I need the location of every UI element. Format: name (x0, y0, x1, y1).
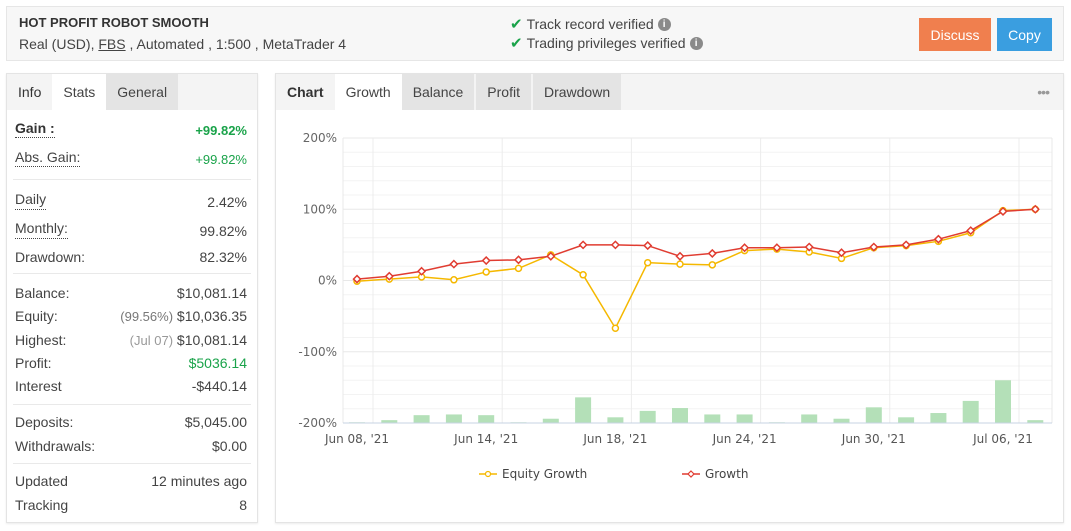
chart-tabs: Chart Growth Balance Profit Drawdown (276, 74, 1063, 110)
stats-tabs: Info Stats General (7, 74, 257, 110)
stat-label[interactable]: Gain : (15, 120, 55, 138)
divider (13, 404, 251, 405)
stat-value: 82.32% (199, 249, 247, 265)
account-subtitle: Real (USD), FBS , Automated , 1:500 , Me… (19, 36, 346, 52)
stat-value: $5,045.00 (184, 414, 247, 430)
stat-label: Profit: (15, 355, 52, 371)
stat-label[interactable]: Abs. Gain: (15, 149, 81, 167)
stat-value: 8 (239, 497, 247, 513)
stat-label: Highest: (15, 332, 67, 348)
chart-panel: Chart Growth Balance Profit Drawdown ••• (275, 73, 1064, 523)
stat-value: -$440.14 (191, 378, 247, 394)
more-options-icon[interactable]: ••• (1037, 84, 1050, 100)
stat-gain: Gain : +99.82% (15, 120, 247, 138)
stat-label: Equity: (15, 308, 58, 324)
tab-growth[interactable]: Growth (334, 74, 402, 110)
discuss-button[interactable]: Discuss (919, 18, 991, 51)
stat-label[interactable]: Monthly: (15, 220, 68, 239)
divider (13, 463, 251, 464)
stat-interest: Interest -$440.14 (15, 378, 247, 394)
verification-label: Trading privileges verified (526, 35, 686, 51)
info-icon[interactable]: i (689, 36, 703, 50)
tab-profit[interactable]: Profit (476, 74, 531, 110)
stat-value: 99.82% (199, 223, 247, 239)
stat-label: Balance: (15, 285, 70, 301)
stat-note: (99.56%) (120, 309, 174, 324)
stat-updated: Updated 12 minutes ago (15, 473, 247, 489)
stat-value: +99.82% (195, 123, 247, 138)
stat-equity: Equity: (99.56%) $10,036.35 (15, 308, 247, 324)
account-title: HOT PROFIT ROBOT SMOOTH (19, 15, 209, 30)
stat-highest: Highest: (Jul 07) $10,081.14 (15, 332, 247, 348)
stat-drawdown: Drawdown: 82.32% (15, 249, 247, 265)
broker-link[interactable]: FBS (98, 36, 125, 52)
stat-value: $10,081.14 (176, 332, 247, 348)
tab-info[interactable]: Info (7, 74, 53, 110)
info-icon[interactable]: i (657, 17, 671, 31)
stat-label: Interest (15, 378, 62, 394)
stat-value: $0.00 (211, 438, 247, 454)
stat-value: $10,036.35 (176, 308, 247, 324)
tab-balance[interactable]: Balance (401, 74, 475, 110)
tab-chart[interactable]: Chart (276, 74, 335, 110)
stat-value: $10,081.14 (176, 285, 247, 301)
stat-label: Drawdown: (15, 249, 86, 265)
stat-label: Updated (15, 473, 68, 489)
stat-balance: Balance: $10,081.14 (15, 285, 247, 301)
tab-stats[interactable]: Stats (52, 74, 107, 110)
tab-general[interactable]: General (106, 74, 179, 110)
stat-label: Deposits: (15, 414, 74, 430)
stat-value: 12 minutes ago (151, 473, 247, 489)
stat-note: (Jul 07) (129, 333, 174, 348)
stat-value: $5036.14 (188, 355, 247, 371)
stat-label: Withdrawals: (15, 438, 96, 454)
stat-tracking: Tracking 8 (15, 497, 247, 513)
divider (13, 179, 251, 180)
stat-daily: Daily 2.42% (15, 191, 247, 210)
stat-deposits: Deposits: $5,045.00 (15, 414, 247, 430)
stat-profit: Profit: $5036.14 (15, 355, 247, 371)
account-header: HOT PROFIT ROBOT SMOOTH Real (USD), FBS … (6, 6, 1064, 61)
verification-label: Track record verified (526, 16, 654, 32)
check-icon: ✔ (510, 16, 523, 33)
stats-panel: Info Stats General Gain : +99.82% Abs. G… (6, 73, 258, 523)
copy-button[interactable]: Copy (997, 18, 1052, 51)
stat-abs-gain: Abs. Gain: +99.82% (15, 149, 247, 167)
stat-label: Tracking (15, 497, 69, 513)
stat-value: 2.42% (207, 194, 247, 210)
trading-privileges-verified: ✔ Trading privileges verified i (510, 34, 703, 52)
track-record-verified: ✔ Track record verified i (510, 15, 671, 33)
stat-label[interactable]: Daily (15, 191, 47, 210)
stat-monthly: Monthly: 99.82% (15, 220, 247, 239)
stat-value: +99.82% (195, 152, 247, 167)
tab-drawdown[interactable]: Drawdown (532, 74, 622, 110)
divider (13, 273, 251, 274)
account-details: , Automated , 1:500 , MetaTrader 4 (125, 36, 347, 52)
stat-withdrawals: Withdrawals: $0.00 (15, 438, 247, 454)
check-icon: ✔ (510, 35, 523, 52)
account-type: Real (USD), (19, 36, 99, 52)
